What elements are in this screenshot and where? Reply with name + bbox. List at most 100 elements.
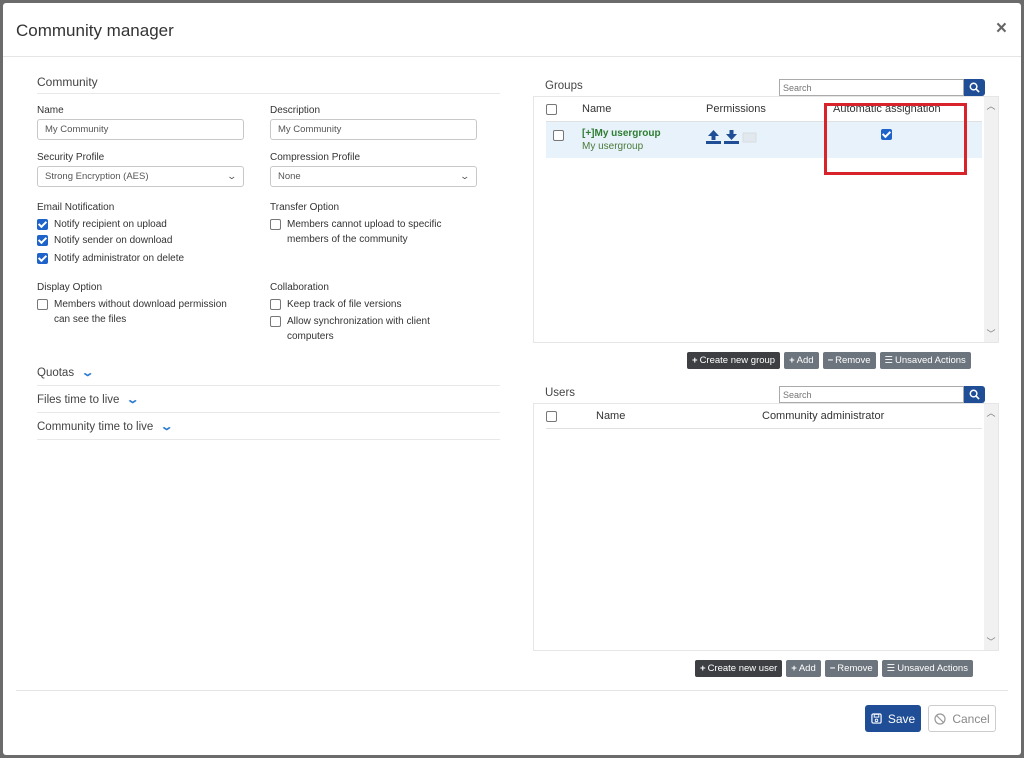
members-see-files-checkbox[interactable]: Members without download permission can … [37, 297, 244, 327]
add-user-button[interactable]: + Add [786, 660, 821, 677]
description-value: My Community [278, 124, 342, 135]
upload-icon[interactable] [706, 130, 721, 144]
keep-file-versions-checkbox[interactable]: Keep track of file versions [270, 297, 477, 312]
files-ttl-label: Files time to live [37, 393, 120, 406]
users-scrollbar[interactable]: ︿ ﹀ [984, 404, 998, 650]
quotas-label: Quotas [37, 366, 75, 379]
security-profile-select[interactable]: Strong Encryption (AES) ⌄ [37, 166, 244, 187]
remove-user-button[interactable]: − Remove [824, 660, 878, 677]
chevron-down-icon: ⌄ [126, 394, 140, 406]
checkbox-label: Allow synchronization with client comput… [287, 316, 430, 342]
checkbox-label: Members cannot upload to specific member… [287, 219, 442, 245]
checkbox-label: Notify recipient on upload [54, 219, 167, 230]
users-table: Name Community administrator ︿ ﹀ [533, 403, 999, 651]
modal-title: Community manager [16, 21, 174, 40]
members-cannot-upload-checkbox[interactable]: Members cannot upload to specific member… [270, 217, 477, 247]
scroll-up-icon[interactable]: ︿ [984, 406, 998, 419]
create-new-user-button[interactable]: + Create new user [695, 660, 783, 677]
compression-profile-value: None [278, 171, 301, 182]
column-name: Name [582, 103, 612, 115]
group-subtitle: My usergroup [582, 141, 644, 152]
groups-unsaved-actions-button[interactable]: ☰ Unsaved Actions [879, 352, 971, 369]
minus-icon: − [829, 663, 836, 674]
collaboration-label: Collaboration [270, 282, 329, 293]
create-new-group-button[interactable]: + Create new group [687, 352, 781, 369]
close-icon[interactable]: × [996, 19, 1007, 38]
security-profile-label: Security Profile [37, 152, 105, 163]
scroll-up-icon[interactable]: ︿ [984, 99, 998, 112]
plus-icon: + [789, 355, 795, 366]
compression-profile-select[interactable]: None ⌄ [270, 166, 477, 187]
save-icon [871, 713, 882, 724]
button-label: Create new group [699, 355, 776, 366]
remove-group-button[interactable]: − Remove [822, 352, 876, 369]
button-label: Remove [835, 355, 871, 366]
name-input[interactable]: My Community [37, 119, 244, 140]
button-label: Unsaved Actions [897, 663, 968, 674]
checkbox-icon[interactable] [270, 219, 281, 230]
description-input[interactable]: My Community [270, 119, 477, 140]
plus-icon: + [692, 355, 698, 366]
checkbox-icon[interactable] [270, 316, 281, 327]
checkbox-icon[interactable] [37, 235, 48, 246]
allow-sync-checkbox[interactable]: Allow synchronization with client comput… [270, 314, 477, 344]
cancel-icon [934, 712, 946, 725]
email-notification-label: Email Notification [37, 202, 115, 213]
community-manager-modal: Community manager × Community Name My Co… [3, 3, 1021, 755]
checkbox-icon[interactable] [37, 219, 48, 230]
name-label: Name [37, 105, 64, 116]
add-group-button[interactable]: + Add [784, 352, 819, 369]
list-icon: ☰ [884, 355, 894, 366]
save-label: Save [887, 711, 916, 726]
scroll-down-icon[interactable]: ﹀ [984, 635, 998, 648]
email-icon[interactable] [742, 130, 757, 144]
checkbox-icon[interactable] [270, 299, 281, 310]
save-button[interactable]: Save [865, 705, 921, 732]
plus-icon: + [791, 663, 797, 674]
name-value: My Community [45, 124, 109, 135]
checkbox-label: Members without download permission can … [54, 299, 227, 325]
users-unsaved-actions-button[interactable]: ☰ Unsaved Actions [881, 660, 973, 677]
column-community-administrator: Community administrator [762, 410, 885, 422]
column-name: Name [596, 410, 626, 422]
button-label: Add [796, 355, 814, 366]
compression-profile-label: Compression Profile [270, 152, 361, 163]
select-all-users-checkbox[interactable] [546, 410, 557, 422]
groups-scrollbar[interactable]: ︿ ﹀ [984, 97, 998, 342]
quotas-toggle[interactable]: Quotas ⌄ [37, 359, 500, 386]
button-label: Add [798, 663, 816, 674]
groups-search-input[interactable] [779, 79, 964, 96]
search-icon[interactable] [964, 386, 985, 403]
checkbox-icon[interactable] [37, 253, 48, 264]
plus-icon: + [700, 663, 706, 674]
notify-sender-checkbox[interactable]: Notify sender on download [37, 233, 244, 248]
description-label: Description [270, 105, 321, 116]
highlight-annotation [824, 103, 967, 175]
search-icon[interactable] [964, 79, 985, 96]
checkbox-label: Keep track of file versions [287, 299, 402, 310]
minus-icon: − [827, 355, 834, 366]
checkbox-label: Notify sender on download [54, 235, 173, 246]
checkbox-label: Notify administrator on delete [54, 253, 185, 264]
download-icon[interactable] [724, 130, 739, 144]
users-search-input[interactable] [779, 386, 964, 403]
security-profile-value: Strong Encryption (AES) [45, 171, 149, 182]
groups-search [779, 79, 985, 96]
group-name-link[interactable]: [+]My usergroup [582, 128, 661, 139]
row-checkbox[interactable] [553, 130, 564, 141]
chevron-down-icon: ⌄ [160, 421, 174, 433]
notify-administrator-checkbox[interactable]: Notify administrator on delete [37, 251, 244, 266]
checkbox-icon[interactable] [37, 299, 48, 310]
chevron-down-icon: ⌄ [226, 171, 238, 181]
community-ttl-toggle[interactable]: Community time to live ⌄ [37, 413, 500, 440]
select-all-groups-checkbox[interactable] [546, 103, 557, 115]
list-icon: ☰ [886, 663, 896, 674]
transfer-option-label: Transfer Option [270, 202, 340, 213]
cancel-button[interactable]: Cancel [928, 705, 996, 732]
community-section-title: Community [37, 75, 500, 94]
files-ttl-toggle[interactable]: Files time to live ⌄ [37, 386, 500, 413]
scroll-down-icon[interactable]: ﹀ [984, 327, 998, 340]
groups-actions: + Create new group + Add − Remove ☰ Unsaved … [687, 352, 971, 369]
users-search [779, 386, 985, 403]
notify-recipient-checkbox[interactable]: Notify recipient on upload [37, 217, 244, 232]
